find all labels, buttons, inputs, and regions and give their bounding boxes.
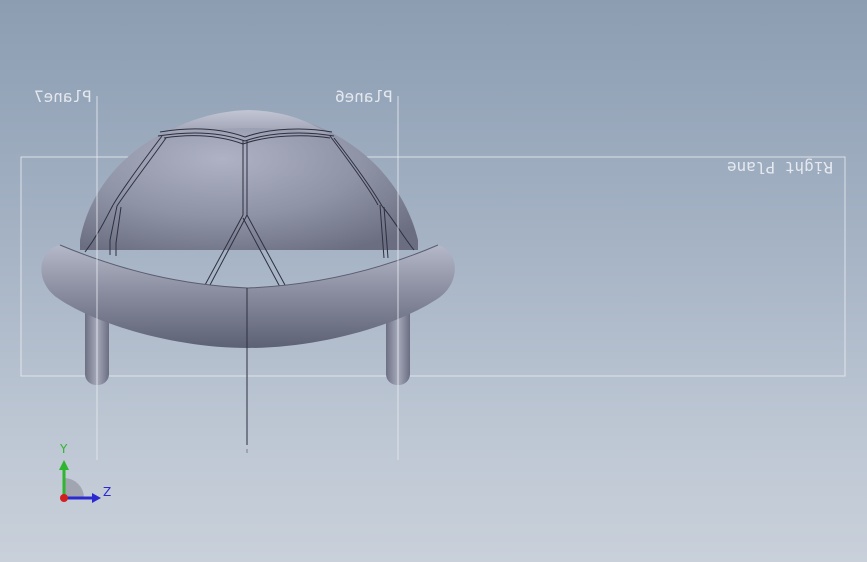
z-axis-label: Z: [103, 485, 112, 499]
graphics-viewport[interactable]: Plane7 Plane6 Right Plane Y Z: [0, 0, 867, 562]
plane6-label[interactable]: Plane6: [335, 87, 393, 106]
y-axis-label: Y: [60, 442, 68, 456]
reference-triad: Y Z: [50, 440, 120, 510]
right-plane-label[interactable]: Right Plane: [727, 158, 833, 177]
model-scene[interactable]: [0, 0, 867, 562]
plane7-label[interactable]: Plane7: [34, 87, 92, 106]
